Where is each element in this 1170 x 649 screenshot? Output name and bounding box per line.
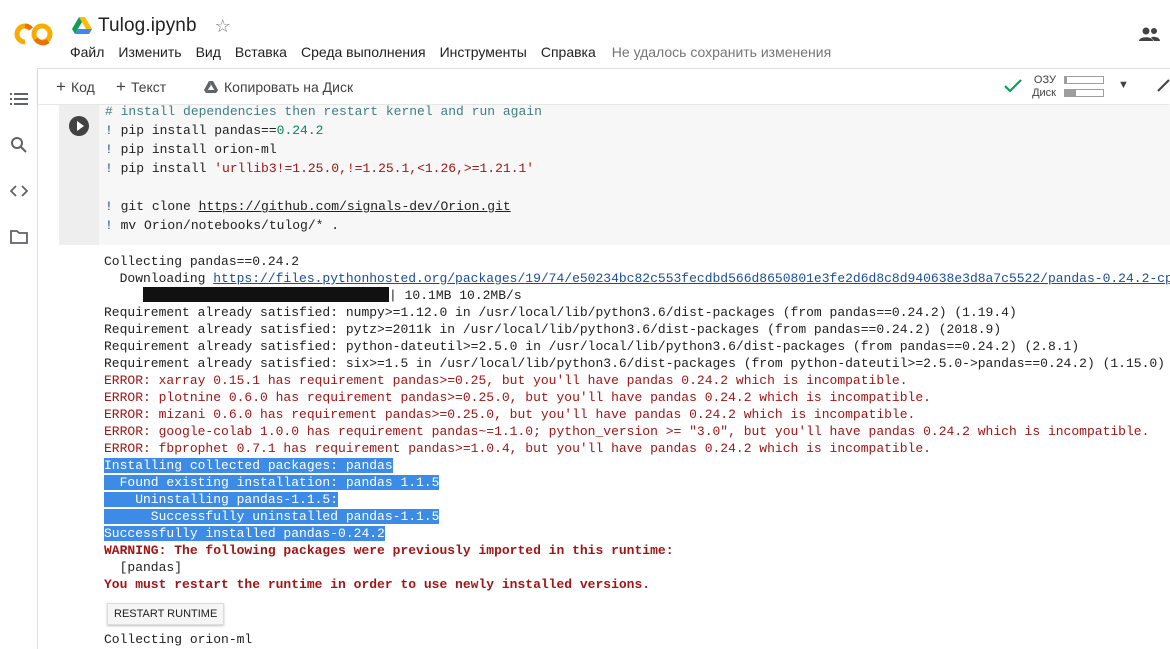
copy-to-drive-button[interactable]: Копировать на Диск bbox=[204, 79, 353, 95]
notebook-area: # install dependencies then restart kern… bbox=[39, 105, 1170, 649]
menu-file[interactable]: Файл bbox=[70, 44, 104, 60]
warning-line: WARNING: The following packages were pre… bbox=[104, 543, 674, 558]
drive-icon bbox=[72, 17, 92, 34]
colab-logo[interactable] bbox=[12, 20, 56, 48]
menu-runtime[interactable]: Среда выполнения bbox=[301, 44, 426, 60]
menu-help[interactable]: Справка bbox=[541, 44, 596, 60]
share-people-icon[interactable] bbox=[1138, 26, 1160, 44]
output-line: Downloading https://files.pythonhosted.o… bbox=[104, 270, 1170, 287]
resource-labels[interactable]: ОЗУ Диск bbox=[1028, 74, 1056, 100]
cell-output: Collecting pandas==0.24.2 Downloading ht… bbox=[39, 245, 1170, 649]
add-code-button[interactable]: + Код bbox=[56, 77, 95, 96]
code-line: ! pip install orion-ml bbox=[105, 142, 277, 157]
output-line: | 10.1MB 10.2MB/s bbox=[104, 287, 522, 304]
menu-insert[interactable]: Вставка bbox=[235, 44, 287, 60]
code-line: ! pip install pandas==0.24.2 bbox=[105, 123, 324, 138]
connected-check-icon bbox=[1004, 79, 1022, 93]
selected-output-line: Found existing installation: pandas 1.1.… bbox=[104, 475, 440, 490]
code-line: ! pip install 'urllib3!=1.25.0,!=1.25.1,… bbox=[105, 161, 535, 176]
github-link[interactable]: https://github.com/signals-dev/Orion.git bbox=[199, 199, 511, 214]
add-code-label: Код bbox=[70, 79, 95, 95]
notebook-toolbar: + Код + Текст Копировать на Диск ОЗУ Дис… bbox=[38, 68, 1170, 104]
ram-meter bbox=[1064, 76, 1104, 84]
menu-view[interactable]: Вид bbox=[196, 44, 221, 60]
download-link[interactable]: https://files.pythonhosted.org/packages/… bbox=[213, 271, 1170, 286]
left-sidebar bbox=[0, 68, 38, 649]
search-icon[interactable] bbox=[10, 136, 28, 154]
plus-icon: + bbox=[116, 77, 126, 96]
star-icon[interactable]: ☆ bbox=[215, 17, 231, 35]
error-line: ERROR: mizani 0.6.0 has requirement pand… bbox=[104, 407, 916, 422]
files-folder-icon[interactable] bbox=[10, 228, 28, 246]
output-line: Requirement already satisfied: numpy>=1.… bbox=[104, 305, 1017, 320]
notebook-title[interactable]: Tulog.ipynb bbox=[98, 15, 197, 37]
output-line: Requirement already satisfied: python-da… bbox=[104, 339, 1080, 354]
error-line: ERROR: plotnine 0.6.0 has requirement pa… bbox=[104, 390, 931, 405]
error-line: ERROR: fbprophet 0.7.1 has requirement p… bbox=[104, 441, 931, 456]
disk-meter bbox=[1064, 89, 1104, 97]
add-text-button[interactable]: + Текст bbox=[116, 77, 167, 96]
warning-line: You must restart the runtime in order to… bbox=[104, 577, 651, 592]
selected-output-line: Uninstalling pandas-1.1.5: bbox=[104, 492, 339, 507]
code-cell-editor[interactable]: # install dependencies then restart kern… bbox=[99, 105, 1170, 245]
app-header: Tulog.ipynb ☆ Файл Изменить Вид Вставка … bbox=[0, 0, 1170, 68]
ram-meter-fill bbox=[1065, 77, 1067, 83]
disk-meter-fill bbox=[1065, 90, 1077, 96]
code-line: # install dependencies then restart kern… bbox=[105, 105, 542, 119]
disk-label: Диск bbox=[1032, 87, 1056, 99]
title-row: Tulog.ipynb ☆ bbox=[72, 14, 231, 38]
error-line: ERROR: xarray 0.15.1 has requirement pan… bbox=[104, 373, 908, 388]
code-snippets-icon[interactable] bbox=[10, 182, 28, 200]
output-line: Requirement already satisfied: six>=1.5 … bbox=[104, 356, 1165, 371]
add-text-label: Текст bbox=[130, 79, 167, 95]
resource-meters[interactable] bbox=[1064, 76, 1104, 102]
copy-to-drive-label: Копировать на Диск bbox=[224, 79, 354, 95]
selected-output-line: Installing collected packages: pandas bbox=[104, 458, 393, 473]
code-line: ! git clone https://github.com/signals-d… bbox=[105, 199, 511, 214]
plus-icon: + bbox=[56, 77, 66, 96]
run-cell-button[interactable] bbox=[69, 116, 89, 136]
output-line: Collecting orion-ml bbox=[104, 632, 253, 647]
drive-icon bbox=[204, 80, 218, 93]
selected-output-line: Successfully installed pandas-0.24.2 bbox=[104, 526, 385, 541]
output-line: Requirement already satisfied: pytz>=201… bbox=[104, 322, 1002, 337]
table-of-contents-icon[interactable] bbox=[10, 90, 28, 108]
ram-label: ОЗУ bbox=[1033, 74, 1056, 86]
menu-tools[interactable]: Инструменты bbox=[440, 44, 527, 60]
error-line: ERROR: google-colab 1.0.0 has requiremen… bbox=[104, 424, 1150, 439]
restart-runtime-button[interactable]: RESTART RUNTIME bbox=[107, 603, 225, 625]
output-line: Collecting pandas==0.24.2 bbox=[104, 254, 300, 269]
menu-bar: Файл Изменить Вид Вставка Среда выполнен… bbox=[70, 44, 831, 60]
menu-edit[interactable]: Изменить bbox=[118, 44, 181, 60]
edit-pencil-icon[interactable] bbox=[1156, 79, 1170, 93]
output-line: [pandas] bbox=[104, 560, 183, 575]
save-status[interactable]: Не удалось сохранить изменения bbox=[612, 44, 831, 60]
chevron-down-icon[interactable]: ▼ bbox=[1118, 79, 1129, 91]
code-line: ! mv Orion/notebooks/tulog/* . bbox=[105, 218, 340, 233]
download-progress-bar bbox=[143, 287, 390, 302]
selected-output-line: Successfully uninstalled pandas-1.1.5 bbox=[104, 509, 440, 524]
